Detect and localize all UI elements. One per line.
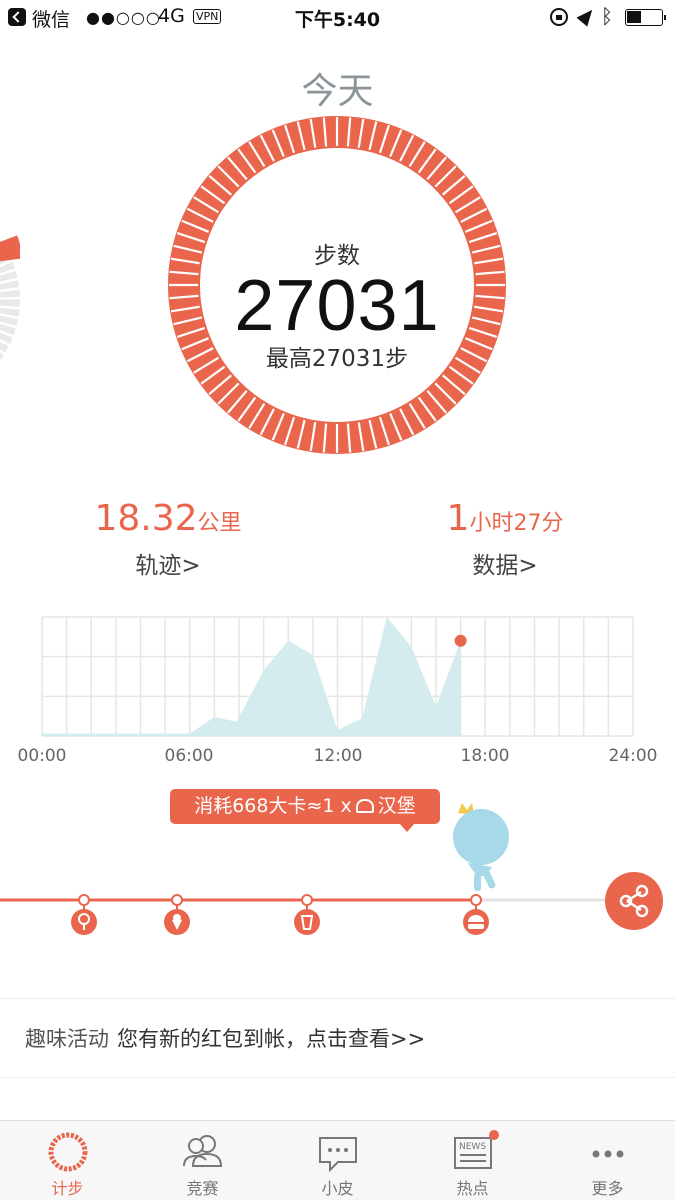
duration-hours: 1	[446, 498, 470, 539]
x-tick-label: 06:00	[164, 746, 214, 766]
current-activity-point	[454, 634, 467, 647]
tab-label: 更多	[591, 1179, 624, 1198]
chart-grid	[41, 616, 634, 737]
x-tick-label: 18:00	[460, 746, 510, 766]
track-link[interactable]: 轨迹>	[18, 546, 318, 580]
calorie-timeline	[0, 803, 610, 935]
battery-icon	[625, 9, 666, 26]
duration-minutes-unit: 分	[541, 511, 564, 536]
tab-more[interactable]: 更多	[540, 1121, 675, 1200]
tab-label: 竞赛	[186, 1179, 219, 1198]
step-ring-center: 步数 27031 最高27031步	[167, 115, 507, 455]
steps-best: 最高27031步	[265, 346, 409, 372]
distance-value: 18.32	[94, 498, 198, 539]
data-link[interactable]: 数据>	[355, 546, 655, 580]
promo-tag: 趣味活动	[25, 1027, 109, 1051]
promo-banner[interactable]: 趣味活动 您有新的红包到帐，点击查看>>	[0, 998, 675, 1078]
duration-stat: 1小时27分	[355, 498, 655, 539]
x-tick-label: 12:00	[313, 746, 363, 766]
rotation-lock-icon	[550, 8, 568, 26]
mascot-icon	[453, 803, 509, 891]
duration-hours-unit: 小时	[469, 511, 514, 536]
tab-bar: 计步 竞赛 小皮 NEWS 热点 更多	[0, 1120, 675, 1200]
distance-unit: 公里	[197, 511, 242, 536]
share-icon	[619, 884, 649, 918]
more-icon	[592, 1150, 624, 1158]
news-badge	[489, 1130, 499, 1140]
chat-icon	[319, 1137, 357, 1173]
clock: 下午5:40	[294, 9, 381, 31]
promo-text: 您有新的红包到帐，点击查看>>	[117, 1027, 426, 1051]
svg-text:NEWS: NEWS	[459, 1142, 486, 1152]
tab-label: 计步	[51, 1179, 84, 1198]
share-button[interactable]	[605, 872, 663, 930]
x-tick-label: 24:00	[608, 746, 658, 766]
ring-icon	[48, 1132, 88, 1172]
page-title: 今天	[301, 71, 374, 112]
x-tick-label: 00:00	[17, 746, 67, 766]
activity-area	[42, 617, 461, 736]
duration-minutes: 27	[513, 511, 542, 536]
tab-news[interactable]: NEWS 热点	[405, 1121, 540, 1200]
bluetooth-icon: ᛒ	[601, 4, 613, 28]
previous-day-ring[interactable]	[0, 200, 20, 400]
steps-value: 27031	[234, 266, 440, 346]
tab-steps[interactable]: 计步	[0, 1121, 135, 1200]
tab-chat[interactable]: 小皮	[270, 1121, 405, 1200]
status-bar: 微信 ●●○○○ 4G VPN 下午5:40 ᛒ	[0, 0, 675, 36]
tab-competition[interactable]: 竞赛	[135, 1121, 270, 1200]
distance-stat: 18.32公里	[18, 498, 318, 539]
people-icon	[183, 1135, 223, 1167]
tab-label: 小皮	[321, 1179, 354, 1198]
tab-label: 热点	[456, 1179, 489, 1198]
screen: 微信 ●●○○○ 4G VPN 下午5:40 ᛒ 今天 步数 27031 最高2…	[0, 0, 675, 1200]
